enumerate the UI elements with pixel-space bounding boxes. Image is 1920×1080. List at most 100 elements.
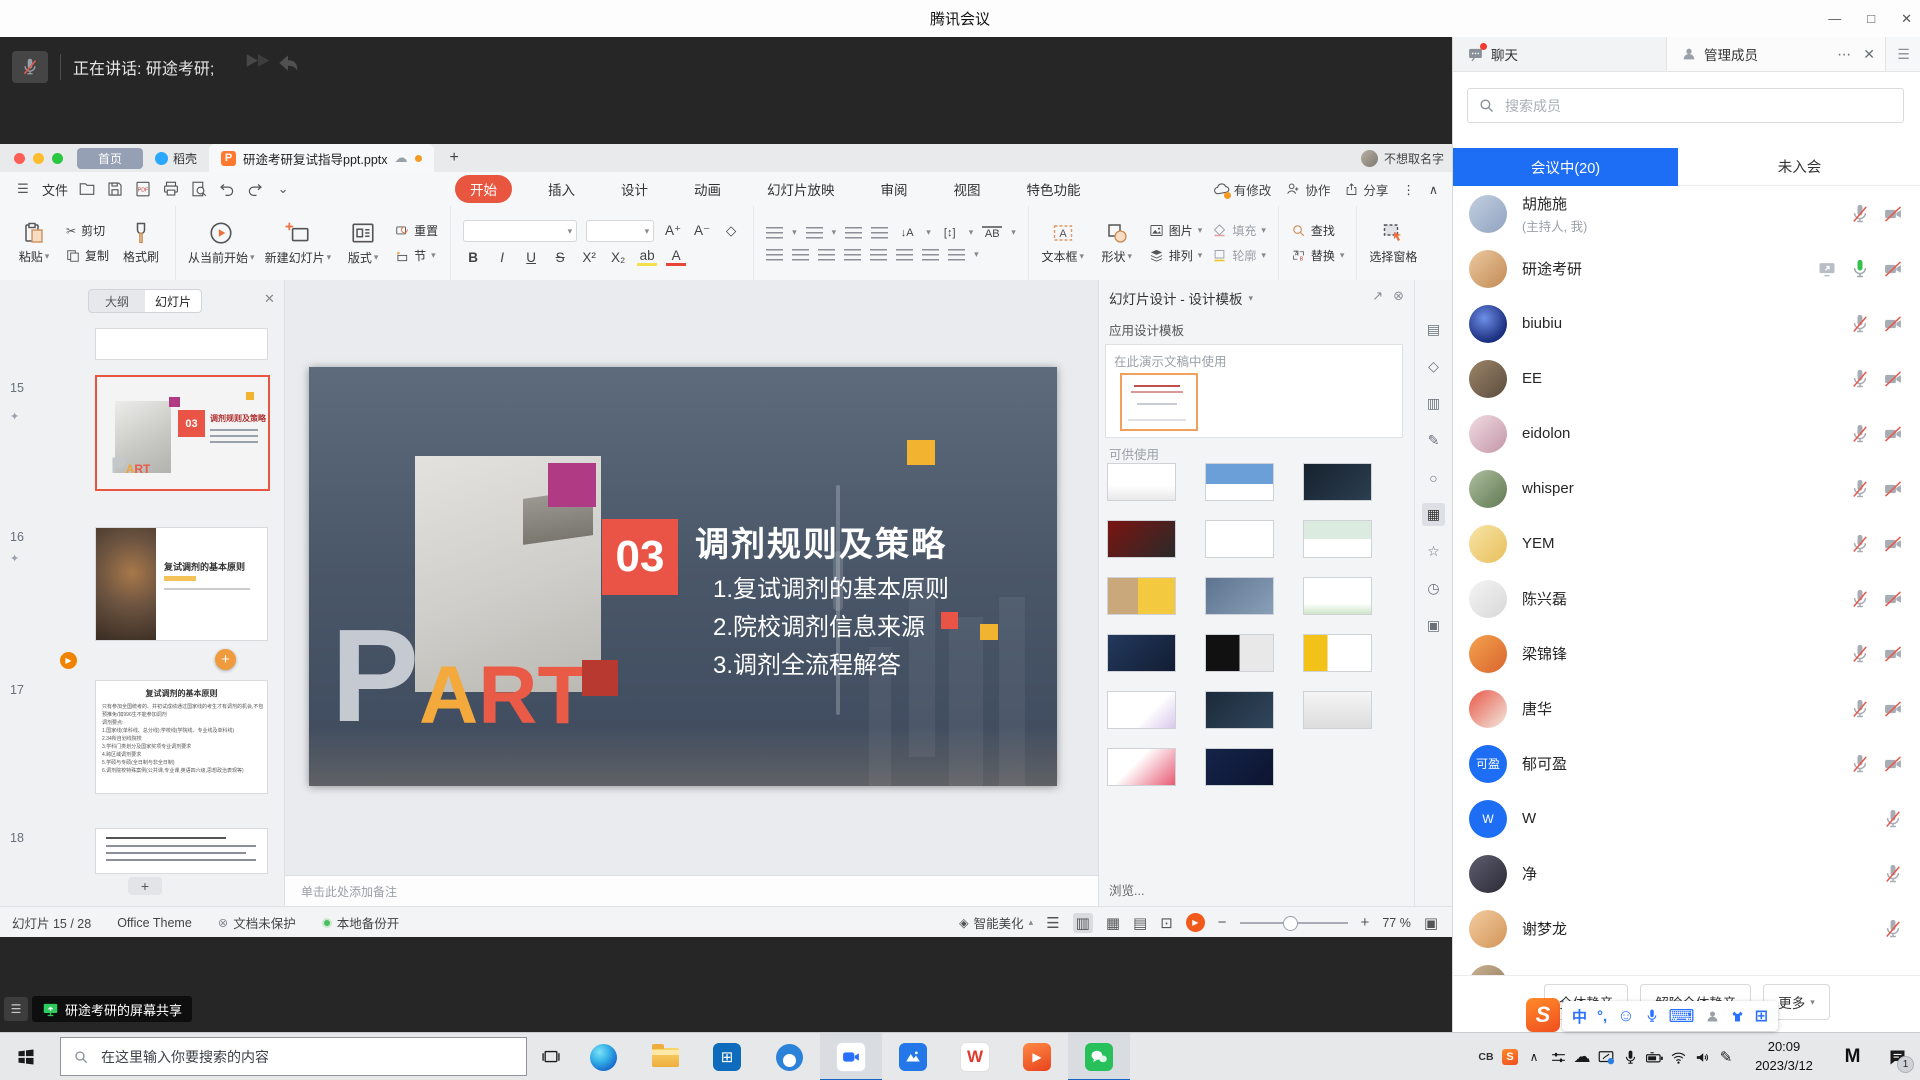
collapse-ribbon-icon[interactable]: ∧ <box>1429 182 1438 197</box>
design-template-thumb[interactable] <box>1205 520 1274 558</box>
mic-on-icon[interactable] <box>1850 259 1870 279</box>
tray-sogou-icon[interactable]: S <box>1498 1033 1522 1080</box>
ime-skin-icon[interactable] <box>1730 1009 1745 1024</box>
bullet-list-icon[interactable] <box>766 227 783 239</box>
ribbon-tab-视图[interactable]: 视图 <box>944 176 991 202</box>
member-row[interactable]: EE <box>1453 351 1920 406</box>
mic-off-icon[interactable] <box>1850 534 1870 554</box>
design-template-thumb[interactable] <box>1303 520 1372 558</box>
slide-canvas[interactable]: PART 03 调剂规则及策略 1.复试调剂的基本原则2.院校调剂信息来源3.调… <box>309 367 1057 786</box>
text-direction-icon[interactable]: ↓A <box>897 227 917 239</box>
taskbar-search-input[interactable] <box>99 1048 514 1066</box>
taskbar-search[interactable] <box>60 1037 527 1076</box>
task-view-button[interactable] <box>536 1043 566 1071</box>
slideshow-play-button[interactable]: ▶ <box>1186 913 1205 932</box>
file-menu[interactable]: 文件 <box>42 180 68 199</box>
zoom-knob[interactable] <box>1283 916 1298 931</box>
normal-view-icon[interactable]: ▥ <box>1073 913 1093 933</box>
design-dropdown-icon[interactable]: ▾ <box>1249 293 1254 304</box>
zoom-out-icon[interactable]: − <box>1218 914 1227 931</box>
design-template-thumb[interactable] <box>1205 577 1274 615</box>
decrease-indent-icon[interactable] <box>845 227 862 239</box>
highlight-button[interactable]: ab <box>637 248 657 266</box>
fill-button[interactable]: 填充▾ <box>1212 222 1266 239</box>
mic-off-icon[interactable] <box>1850 644 1870 664</box>
design-template-thumb[interactable] <box>1107 691 1176 729</box>
app-wechat[interactable] <box>1068 1033 1130 1080</box>
shapes-button[interactable]: 形状▾ <box>1095 221 1139 265</box>
ribbon-tab-特色功能[interactable]: 特色功能 <box>1017 176 1091 202</box>
side-tool-effects-icon[interactable]: ◇ <box>1422 355 1445 378</box>
cam-off-icon[interactable] <box>1883 479 1903 499</box>
design-template-thumb[interactable] <box>1205 463 1274 501</box>
app-wps[interactable]: W <box>944 1033 1006 1080</box>
font-color-button[interactable]: A <box>666 248 686 266</box>
ime-emoji-icon[interactable]: ☺ <box>1617 1006 1634 1026</box>
mic-off-icon[interactable] <box>1850 699 1870 719</box>
member-row[interactable]: 可盈郁可盈 <box>1453 736 1920 791</box>
screen-share-banner[interactable]: 研途考研的屏幕共享 <box>32 996 192 1022</box>
char-spacing-icon[interactable]: AB <box>982 226 1002 240</box>
font-family-select[interactable]: ▾ <box>463 220 577 242</box>
member-row[interactable]: 陈兴磊 <box>1453 571 1920 626</box>
mic-off-icon[interactable] <box>1850 314 1870 334</box>
wps-docer-tab[interactable]: 稻壳 <box>155 150 197 167</box>
panel-close-icon[interactable]: ✕ <box>1863 46 1875 63</box>
member-row[interactable]: 研途考研 <box>1453 241 1920 296</box>
wps-home-tab[interactable]: 首页 <box>77 148 143 169</box>
slide-thumb-15[interactable]: 03 调剂规则及策略 PART <box>95 375 270 491</box>
italic-button[interactable]: I <box>492 250 512 265</box>
design-template-thumb[interactable] <box>1303 577 1372 615</box>
beautify-button[interactable]: ◈智能美化▴ <box>959 913 1033 932</box>
format-painter-button[interactable]: 格式刷 <box>119 221 163 265</box>
tab-in-meeting[interactable]: 会议中(20) <box>1453 148 1678 186</box>
zoom-level[interactable]: 77 % <box>1382 916 1411 930</box>
subscript-button[interactable]: X₂ <box>608 250 628 265</box>
ribbon-tab-幻灯片放映[interactable]: 幻灯片放映 <box>757 176 845 202</box>
find-button[interactable]: 查找 <box>1291 222 1345 239</box>
side-tool-history-icon[interactable]: ◷ <box>1422 577 1445 600</box>
arrange-button[interactable]: 排列▾ <box>1149 247 1203 264</box>
cam-off-icon[interactable] <box>1883 314 1903 334</box>
design-template-thumb[interactable] <box>1107 634 1176 672</box>
app-edge[interactable] <box>572 1033 634 1080</box>
app-file-explorer[interactable] <box>634 1033 696 1080</box>
member-search-input[interactable] <box>1503 97 1893 115</box>
mic-off-icon[interactable] <box>1850 754 1870 774</box>
member-row[interactable]: biubiu <box>1453 296 1920 351</box>
cam-off-icon[interactable] <box>1883 699 1903 719</box>
play-slide-button[interactable]: ▶ <box>60 652 77 669</box>
member-row[interactable]: YEM <box>1453 516 1920 571</box>
ime-voice-icon[interactable] <box>1645 1009 1659 1023</box>
design-template-thumb[interactable] <box>1205 748 1274 786</box>
panel-menu-icon[interactable]: ☰ <box>1885 37 1920 71</box>
cam-off-icon[interactable] <box>1883 754 1903 774</box>
taskbar-clock[interactable]: 20:092023/3/12 <box>1738 1038 1830 1076</box>
mic-off-icon[interactable] <box>1850 589 1870 609</box>
zoom-in-icon[interactable]: + <box>1361 914 1370 931</box>
underline-button[interactable]: U <box>521 250 541 265</box>
toolbar-options-icon[interactable]: ⌄ <box>274 180 292 198</box>
mic-off-icon[interactable] <box>1850 424 1870 444</box>
sogou-logo[interactable]: S <box>1526 998 1560 1032</box>
cut-button[interactable]: ✂剪切 <box>66 222 109 239</box>
redo-icon[interactable] <box>246 180 264 198</box>
align-right-icon[interactable] <box>818 249 835 261</box>
distribute-icon[interactable] <box>870 249 887 261</box>
design-template-thumb[interactable] <box>1303 463 1372 501</box>
strikethrough-button[interactable]: S <box>550 250 570 265</box>
tray-pen-icon[interactable]: ✎ <box>1714 1033 1738 1080</box>
slide-canvas-area[interactable]: PART 03 调剂规则及策略 1.复试调剂的基本原则2.院校调剂信息来源3.调… <box>285 280 1098 906</box>
font-size-select[interactable]: ▾ <box>586 220 654 242</box>
hidden-icons-chevron[interactable]: ∧ <box>1522 1033 1546 1080</box>
slide-thumb-14-partial[interactable] <box>95 328 268 360</box>
member-row[interactable]: 唐华 <box>1453 681 1920 736</box>
app-video-player[interactable]: ▶ <box>1006 1033 1068 1080</box>
menu-icon[interactable]: ☰ <box>14 180 32 198</box>
ime-keyboard-icon[interactable]: ⌨ <box>1669 1006 1695 1027</box>
panel-more-icon[interactable]: ⋯ <box>1837 46 1851 63</box>
textbox-button[interactable]: A文本框▾ <box>1041 221 1085 265</box>
numbered-list-icon[interactable] <box>806 227 823 239</box>
side-tool-edit-icon[interactable]: ✎ <box>1422 429 1445 452</box>
tab-members[interactable]: 管理成员 ⋯✕ <box>1667 37 1885 71</box>
